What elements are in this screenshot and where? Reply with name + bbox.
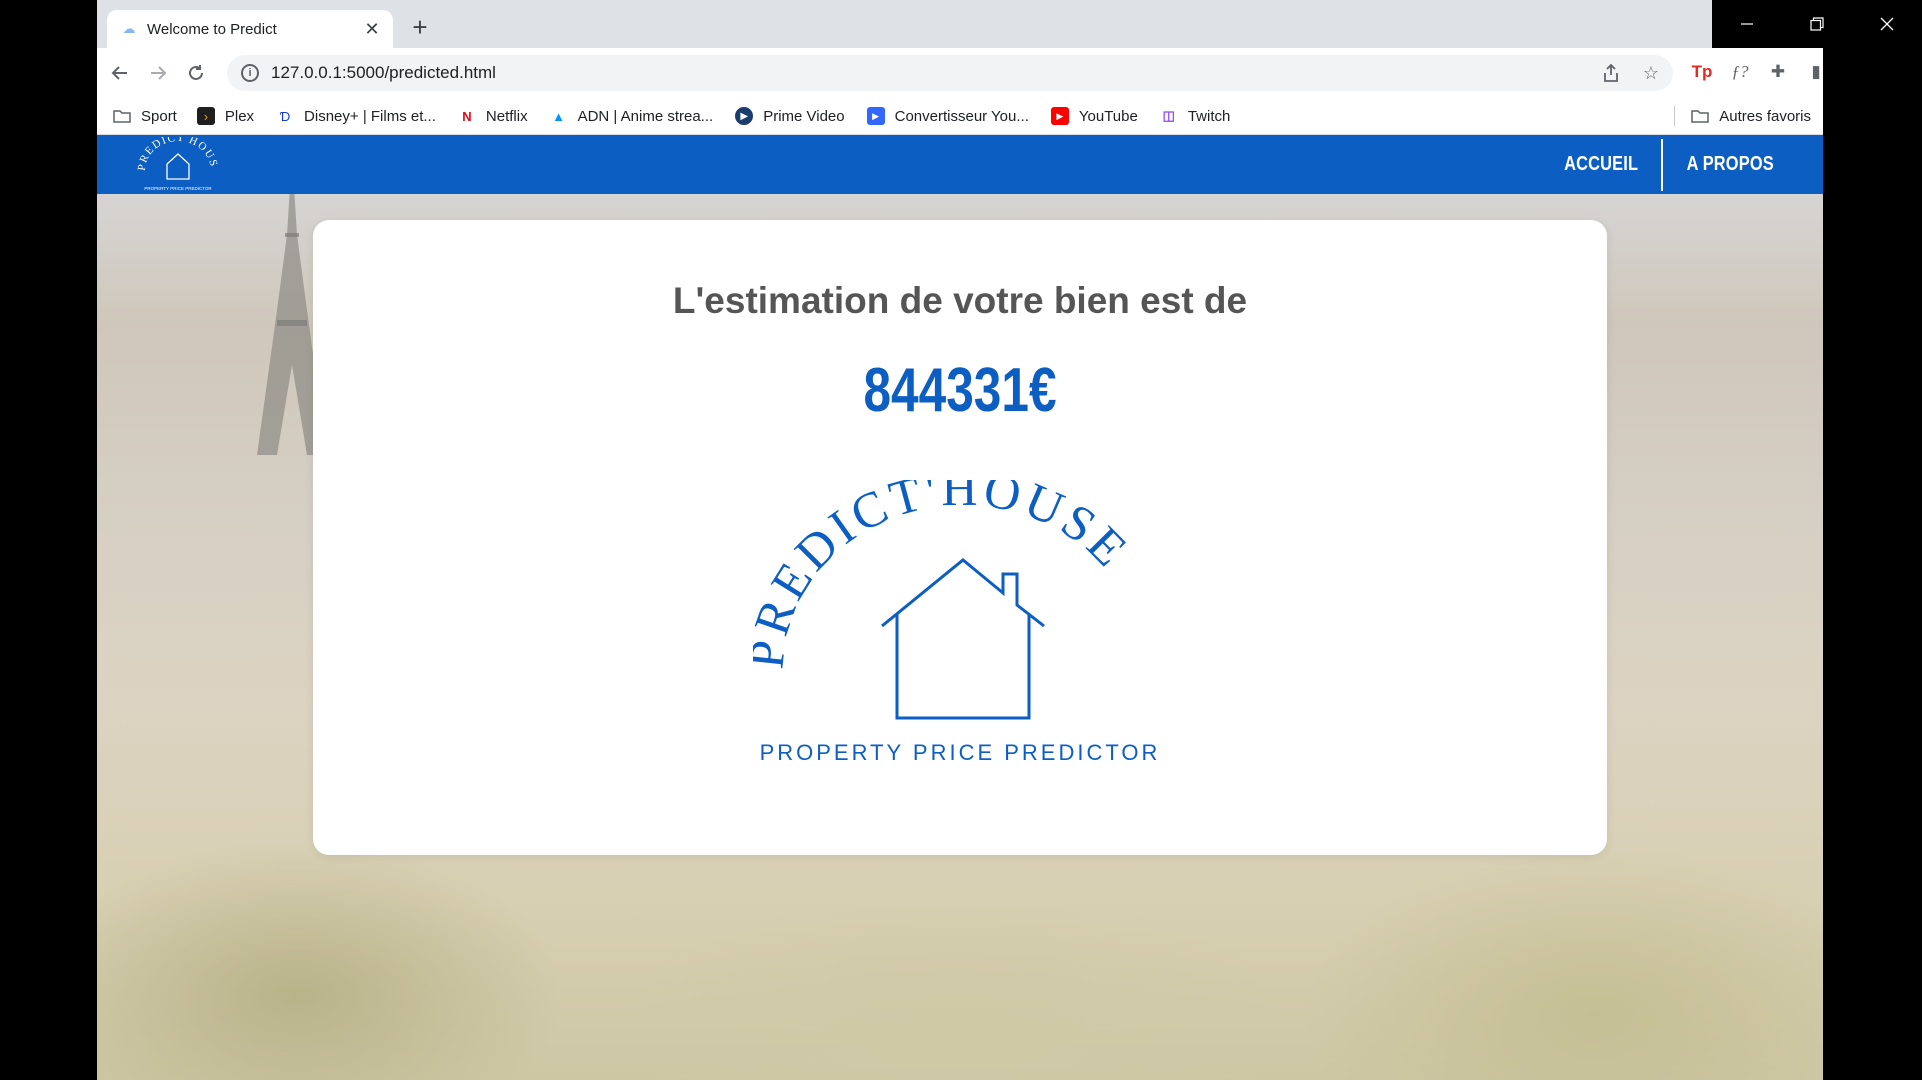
bookmarks-divider (1674, 106, 1675, 126)
back-button[interactable] (105, 58, 135, 88)
logo-tagline: PROPERTY PRICE PREDICTOR (759, 740, 1161, 765)
window-control-buttons (1712, 0, 1922, 48)
result-headline: L'estimation de votre bien est de (672, 280, 1248, 321)
tp-extension-icon[interactable]: Tp (1689, 59, 1715, 85)
browser-window: ☁ Welcome to Predict ✕ + i 127.0.0.1:500… (97, 0, 1823, 1080)
close-window-icon (1880, 17, 1894, 31)
puzzle-icon[interactable]: ✚ (1765, 59, 1791, 85)
bookmark-label: Convertisseur You... (894, 107, 1029, 125)
nav-links: ACCUEIL A PROPOS (1542, 135, 1797, 194)
bookmark-disney[interactable]: Ɗ Disney+ | Films et... (276, 107, 436, 125)
forward-button[interactable] (143, 58, 173, 88)
bookmark-netflix[interactable]: N Netflix (458, 107, 528, 125)
star-icon[interactable]: ☆ (1639, 61, 1663, 85)
bookmark-label: ADN | Anime strea... (577, 107, 714, 125)
bookmark-twitch[interactable]: ◫ Twitch (1160, 107, 1231, 125)
bookmark-label: Sport (141, 107, 177, 125)
folder-icon (1691, 107, 1710, 125)
close-icon[interactable]: ✕ (361, 18, 383, 40)
svg-text:PREDICT'HOUSE: PREDICT'HOUSE (133, 137, 220, 171)
tab-title: Welcome to Predict (147, 20, 277, 38)
bookmark-sport[interactable]: Sport (113, 107, 177, 125)
restore-icon (1810, 17, 1824, 31)
function-extension-icon[interactable]: ƒ? (1727, 59, 1753, 85)
bookmark-label: Twitch (1187, 107, 1231, 125)
minimize-icon (1741, 23, 1753, 25)
bookmark-youtube[interactable]: ▶ YouTube (1050, 107, 1138, 125)
bookmark-adn[interactable]: ▲ ADN | Anime strea... (550, 107, 714, 125)
svg-text:PREDICT'HOUSE: PREDICT'HOUSE (753, 480, 1141, 671)
nav-logo-text: PREDICT'HOUSE (133, 137, 218, 171)
bookmark-label: Disney+ | Films et... (304, 107, 436, 125)
bookmark-convertisseur[interactable]: ▶ Convertisseur You... (866, 107, 1029, 125)
bookmark-label: Plex (224, 107, 255, 125)
reload-icon (189, 65, 203, 80)
convertisseur-icon: ▶ (866, 107, 885, 125)
netflix-icon: N (462, 108, 472, 124)
youtube-icon: ▶ (1050, 107, 1069, 125)
bookmark-label: Netflix (485, 107, 528, 125)
predict-house-logo: PREDICT'HOUSE (753, 480, 1141, 720)
nav-divider (1660, 138, 1663, 191)
share-icon[interactable] (1599, 61, 1623, 85)
minimize-button[interactable] (1712, 0, 1782, 48)
other-bookmarks[interactable]: Autres favoris (1691, 98, 1811, 134)
restore-button[interactable] (1782, 0, 1852, 48)
site-navbar: PREDICT'HOUSE PROPERTY PRICE PREDICTOR A… (97, 135, 1823, 194)
side-panel-icon[interactable]: ▮ (1803, 59, 1823, 85)
result-card: L'estimation de votre bien est de 844331… (313, 220, 1607, 855)
toolbar: i 127.0.0.1:5000/predicted.html ☆ Tp ƒ? … (97, 48, 1823, 98)
nav-home-link[interactable]: ACCUEIL (1553, 153, 1650, 176)
disney-icon: Ɗ (279, 108, 291, 124)
bookmark-plex[interactable]: › Plex (196, 107, 255, 125)
twitch-icon: ◫ (1162, 108, 1175, 123)
nav-logo[interactable]: PREDICT'HOUSE PROPERTY PRICE PREDICTOR (133, 137, 223, 193)
url-text[interactable]: 127.0.0.1:5000/predicted.html (271, 63, 496, 83)
page-viewport: PREDICT'HOUSE PROPERTY PRICE PREDICTOR A… (97, 135, 1823, 1080)
prime-video-icon: ▶ (735, 107, 754, 125)
cloud-icon: ☁ (122, 21, 136, 36)
reload-button[interactable] (181, 58, 211, 88)
arrow-left-icon (111, 66, 127, 80)
other-bookmarks-label: Autres favoris (1719, 107, 1811, 125)
close-window-button[interactable] (1852, 0, 1922, 48)
tab-strip: ☁ Welcome to Predict ✕ + (97, 0, 1823, 48)
new-tab-button[interactable]: + (407, 14, 433, 40)
folder-icon (113, 107, 131, 125)
arrow-right-icon (151, 66, 167, 80)
plex-icon: › (196, 107, 215, 125)
bookmark-prime-video[interactable]: ▶ Prime Video (735, 107, 845, 125)
info-icon[interactable]: i (241, 64, 259, 82)
address-bar[interactable]: i 127.0.0.1:5000/predicted.html ☆ (227, 55, 1673, 91)
nav-logo-tagline: PROPERTY PRICE PREDICTOR (144, 186, 212, 191)
adn-icon: ▲ (552, 108, 566, 124)
tab-welcome[interactable]: ☁ Welcome to Predict ✕ (107, 10, 393, 48)
logo-arc-text: PREDICT'HOUSE (753, 480, 1137, 671)
bookmark-label: YouTube (1078, 107, 1138, 125)
nav-about-link[interactable]: A PROPOS (1675, 153, 1785, 176)
extensions-area: Tp ƒ? ✚ ▮ S ⋮ (1689, 59, 1823, 85)
bookmark-label: Prime Video (763, 107, 845, 125)
bookmarks-bar: Sport › Plex Ɗ Disney+ | Films et... N N… (97, 98, 1823, 135)
estimated-price: 844331€ (863, 356, 1057, 425)
